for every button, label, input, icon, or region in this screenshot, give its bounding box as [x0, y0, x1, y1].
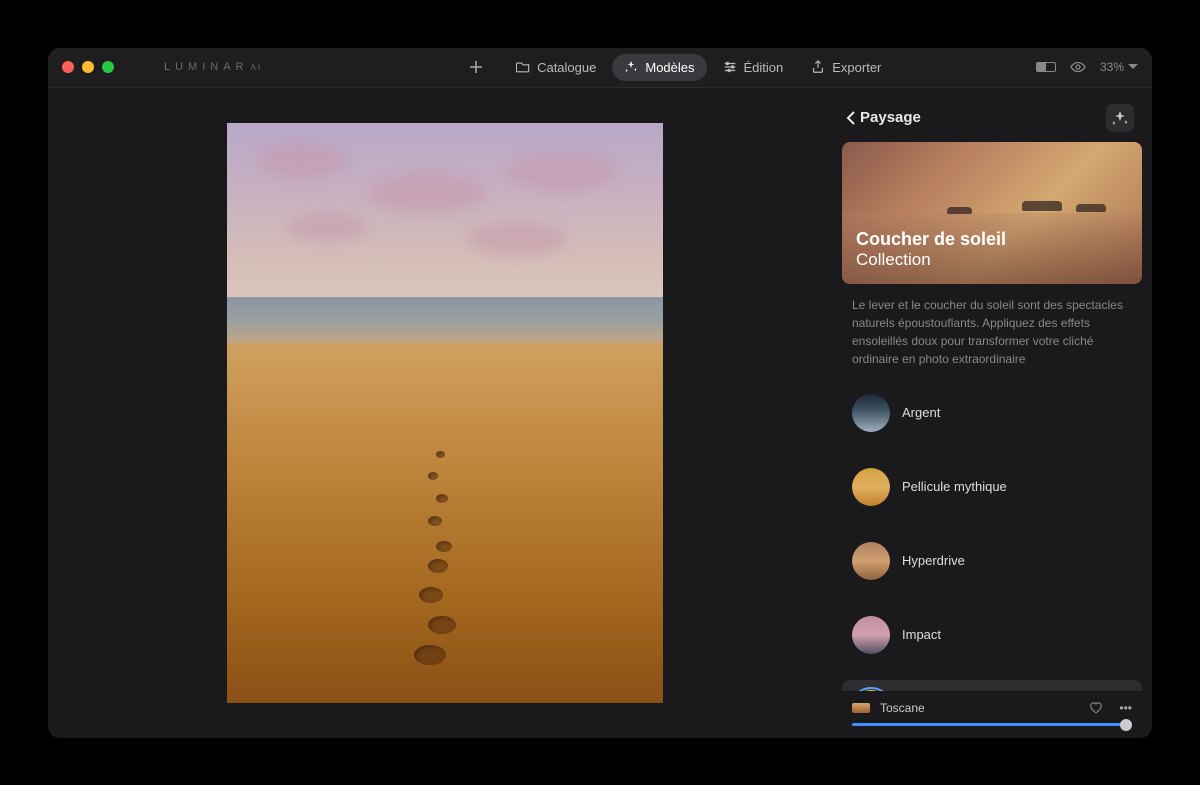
preset-label: Argent — [902, 405, 940, 420]
more-options-button[interactable]: ••• — [1119, 701, 1132, 715]
close-window-button[interactable] — [62, 61, 74, 73]
applied-label: Toscane — [880, 701, 925, 715]
applied-preset-row: Toscane ••• — [842, 691, 1142, 719]
preset-item[interactable]: Impact — [842, 606, 1142, 664]
applied-thumb — [852, 703, 870, 713]
chevron-down-icon — [1128, 64, 1138, 70]
preset-thumb — [852, 542, 890, 580]
favorite-collection-button[interactable] — [1150, 202, 1152, 232]
intensity-slider[interactable] — [852, 723, 1132, 726]
preset-item[interactable]: Pellicule mythique — [842, 458, 1142, 516]
slider-handle[interactable] — [1120, 719, 1132, 731]
presets-list: Argent Pellicule mythique Hyperdrive Impact… — [842, 384, 1142, 691]
main-nav: Catalogue Modèles Édition Exporter — [462, 53, 893, 81]
preset-thumb — [852, 394, 890, 432]
preset-thumb — [852, 616, 890, 654]
main-photo[interactable] — [227, 123, 663, 703]
hero-title: Coucher de soleil — [856, 229, 1006, 250]
preset-label: Hyperdrive — [902, 553, 965, 568]
minimize-window-button[interactable] — [82, 61, 94, 73]
nav-exporter[interactable]: Exporter — [799, 54, 893, 81]
eye-icon[interactable] — [1070, 59, 1086, 75]
maximize-window-button[interactable] — [102, 61, 114, 73]
add-button[interactable] — [462, 53, 490, 81]
preset-item[interactable]: Toscane — [842, 680, 1142, 691]
preset-item[interactable]: Hyperdrive — [842, 532, 1142, 590]
collection-hero[interactable]: Coucher de soleil Collection — [842, 142, 1142, 284]
sparkle-icon — [624, 60, 638, 74]
hero-subtitle: Collection — [856, 250, 1006, 270]
zoom-control[interactable]: 33% — [1100, 60, 1138, 74]
preset-label: Pellicule mythique — [902, 479, 1007, 494]
preset-item[interactable]: Argent — [842, 384, 1142, 442]
back-button[interactable]: Paysage — [846, 109, 921, 126]
window-controls — [62, 61, 114, 73]
nav-edition[interactable]: Édition — [711, 54, 796, 81]
intensity-slider-row — [842, 719, 1142, 726]
folder-icon — [516, 60, 530, 74]
collection-description: Le lever et le coucher du soleil sont de… — [842, 296, 1142, 384]
fx-toggle-button[interactable] — [1106, 104, 1134, 132]
app-brand: LUMINARAI — [164, 61, 262, 73]
right-controls: 33% — [1036, 59, 1138, 75]
preset-label: Impact — [902, 627, 941, 642]
sparkle-collapse-icon — [1111, 109, 1129, 127]
heart-icon[interactable] — [1089, 701, 1103, 715]
app-window: LUMINARAI Catalogue Modèles Édition Expo… — [48, 48, 1152, 738]
compare-toggle[interactable] — [1036, 62, 1056, 72]
titlebar: LUMINARAI Catalogue Modèles Édition Expo… — [48, 48, 1152, 88]
sliders-icon — [723, 60, 737, 74]
chevron-left-icon — [846, 111, 856, 125]
canvas-area — [48, 88, 842, 738]
export-icon — [811, 60, 825, 74]
presets-panel: Paysage Coucher de soleil Collection — [842, 88, 1152, 738]
nav-modeles[interactable]: Modèles — [612, 54, 706, 81]
preset-thumb — [852, 468, 890, 506]
nav-catalogue[interactable]: Catalogue — [504, 54, 608, 81]
